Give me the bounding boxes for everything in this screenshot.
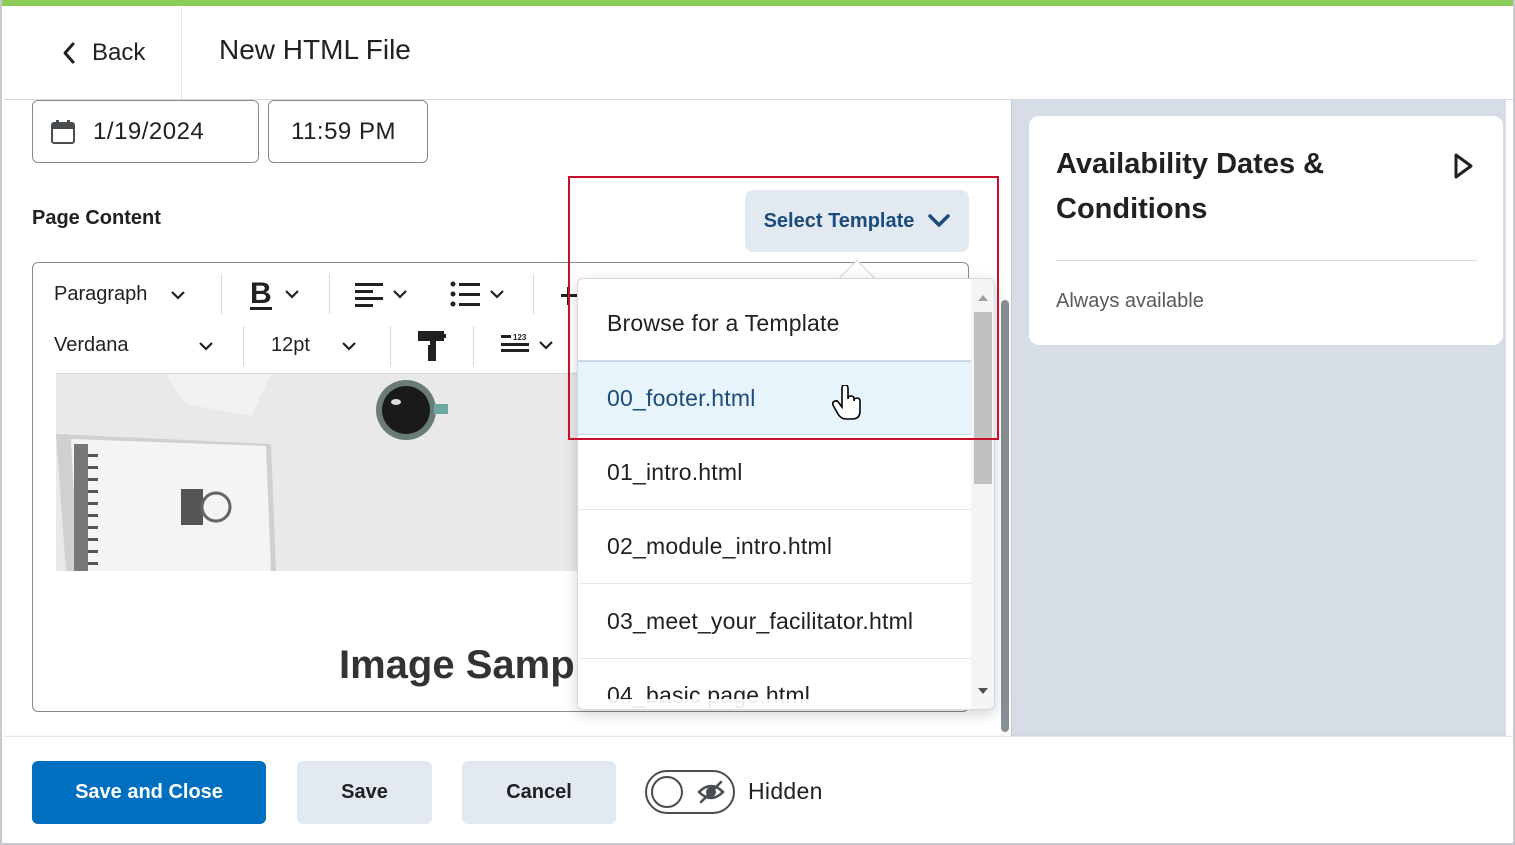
availability-card: Availability Dates & Conditions Always a…	[1029, 116, 1503, 345]
hand-pointer-cursor-icon	[832, 385, 861, 420]
chevron-down-icon	[393, 290, 407, 299]
template-item-01-intro[interactable]: 01_intro.html	[578, 436, 971, 510]
save-and-close-button[interactable]: Save and Close	[32, 761, 266, 824]
list-button[interactable]	[450, 281, 504, 307]
date-value: 1/19/2024	[93, 117, 205, 145]
select-template-button[interactable]: Select Template	[745, 190, 969, 252]
select-template-label: Select Template	[763, 209, 915, 232]
time-value: 11:59 PM	[291, 117, 396, 145]
font-size-select[interactable]: 12pt	[271, 334, 356, 357]
bullet-list-icon	[450, 281, 480, 307]
dropdown-item-label: Browse for a Template	[607, 310, 840, 336]
bold-icon: B	[250, 277, 272, 310]
toolbar-divider	[533, 274, 534, 314]
toolbar-divider	[243, 326, 244, 366]
chevron-down-icon	[928, 214, 951, 227]
page-header: Back New HTML File	[4, 6, 1513, 100]
template-dropdown: Browse for a Template 00_footer.html 01_…	[577, 278, 995, 710]
line-spacing-icon: 123	[501, 333, 529, 352]
chevron-left-icon	[63, 42, 75, 63]
cancel-button[interactable]: Cancel	[462, 761, 616, 824]
dropdown-item-label: 02_module_intro.html	[607, 533, 833, 559]
toolbar-divider	[221, 274, 222, 314]
eye-slash-icon	[697, 780, 725, 804]
content-heading: Image Samp	[339, 643, 575, 687]
calendar-icon	[51, 119, 75, 144]
page-title: New HTML File	[219, 34, 411, 65]
browse-template-item[interactable]: Browse for a Template	[578, 287, 971, 361]
font-family-value: Verdana	[54, 334, 129, 356]
chevron-down-icon	[490, 290, 504, 299]
template-item-02-module-intro[interactable]: 02_module_intro.html	[578, 510, 971, 584]
template-item-03-meet-facilitator[interactable]: 03_meet_your_facilitator.html	[578, 585, 971, 659]
main-scrollbar[interactable]	[1001, 300, 1009, 732]
toolbar-divider	[473, 326, 474, 366]
dropdown-item-label: 01_intro.html	[607, 459, 743, 485]
bold-button[interactable]: B	[249, 277, 299, 311]
scroll-up-arrow-icon[interactable]	[976, 293, 990, 303]
card-divider	[1056, 260, 1477, 261]
chevron-down-icon	[539, 341, 553, 350]
svg-text:123: 123	[513, 333, 527, 342]
svg-text:B: B	[250, 277, 272, 310]
page-content-label: Page Content	[32, 207, 161, 229]
chevron-down-icon	[285, 290, 299, 299]
block-format-select[interactable]: Paragraph	[54, 283, 186, 306]
chevron-down-icon	[171, 290, 186, 300]
availability-card-title: Availability Dates & Conditions	[1056, 148, 1325, 225]
content-image[interactable]	[56, 374, 596, 571]
availability-status: Always available	[1056, 290, 1204, 312]
block-format-value: Paragraph	[54, 283, 148, 305]
toolbar-divider	[329, 274, 330, 314]
toggle-knob	[651, 776, 683, 808]
due-date-input[interactable]: 1/19/2024	[32, 100, 259, 163]
align-left-icon	[355, 283, 383, 307]
format-painter-button[interactable]	[418, 331, 446, 361]
app-window: Back New HTML File 1/19/2024 11:59 PM Pa…	[0, 0, 1515, 845]
chevron-down-icon	[342, 341, 356, 351]
template-item-00-footer[interactable]: 00_footer.html	[578, 361, 971, 435]
plus-icon	[561, 287, 577, 305]
chevron-down-icon	[198, 341, 213, 351]
back-label: Back	[92, 38, 146, 66]
dropdown-item-label: 03_meet_your_facilitator.html	[607, 608, 914, 634]
visibility-toggle[interactable]	[645, 770, 735, 814]
scroll-down-arrow-icon[interactable]	[976, 686, 990, 696]
font-size-value: 12pt	[271, 334, 310, 356]
sidebar: Availability Dates & Conditions Always a…	[1011, 100, 1506, 736]
dropdown-item-label: 00_footer.html	[607, 384, 756, 411]
paint-roller-icon	[418, 331, 446, 361]
dropdown-scrollbar-thumb[interactable]	[974, 312, 992, 484]
visibility-label: Hidden	[748, 778, 823, 804]
due-time-input[interactable]: 11:59 PM	[268, 100, 428, 163]
font-family-select[interactable]: Verdana	[54, 334, 213, 357]
toolbar-divider	[390, 326, 391, 366]
back-button[interactable]: Back	[4, 6, 182, 99]
desk-photo-illustration	[56, 374, 596, 571]
save-button[interactable]: Save	[297, 761, 432, 824]
expand-triangle-icon[interactable]	[1451, 151, 1475, 181]
line-height-button[interactable]: 123	[501, 333, 553, 357]
align-button[interactable]	[355, 281, 407, 307]
dropdown-fade	[578, 699, 971, 709]
action-footer: Save and Close Save Cancel Hidden	[4, 736, 1513, 843]
insert-button[interactable]	[561, 283, 577, 307]
